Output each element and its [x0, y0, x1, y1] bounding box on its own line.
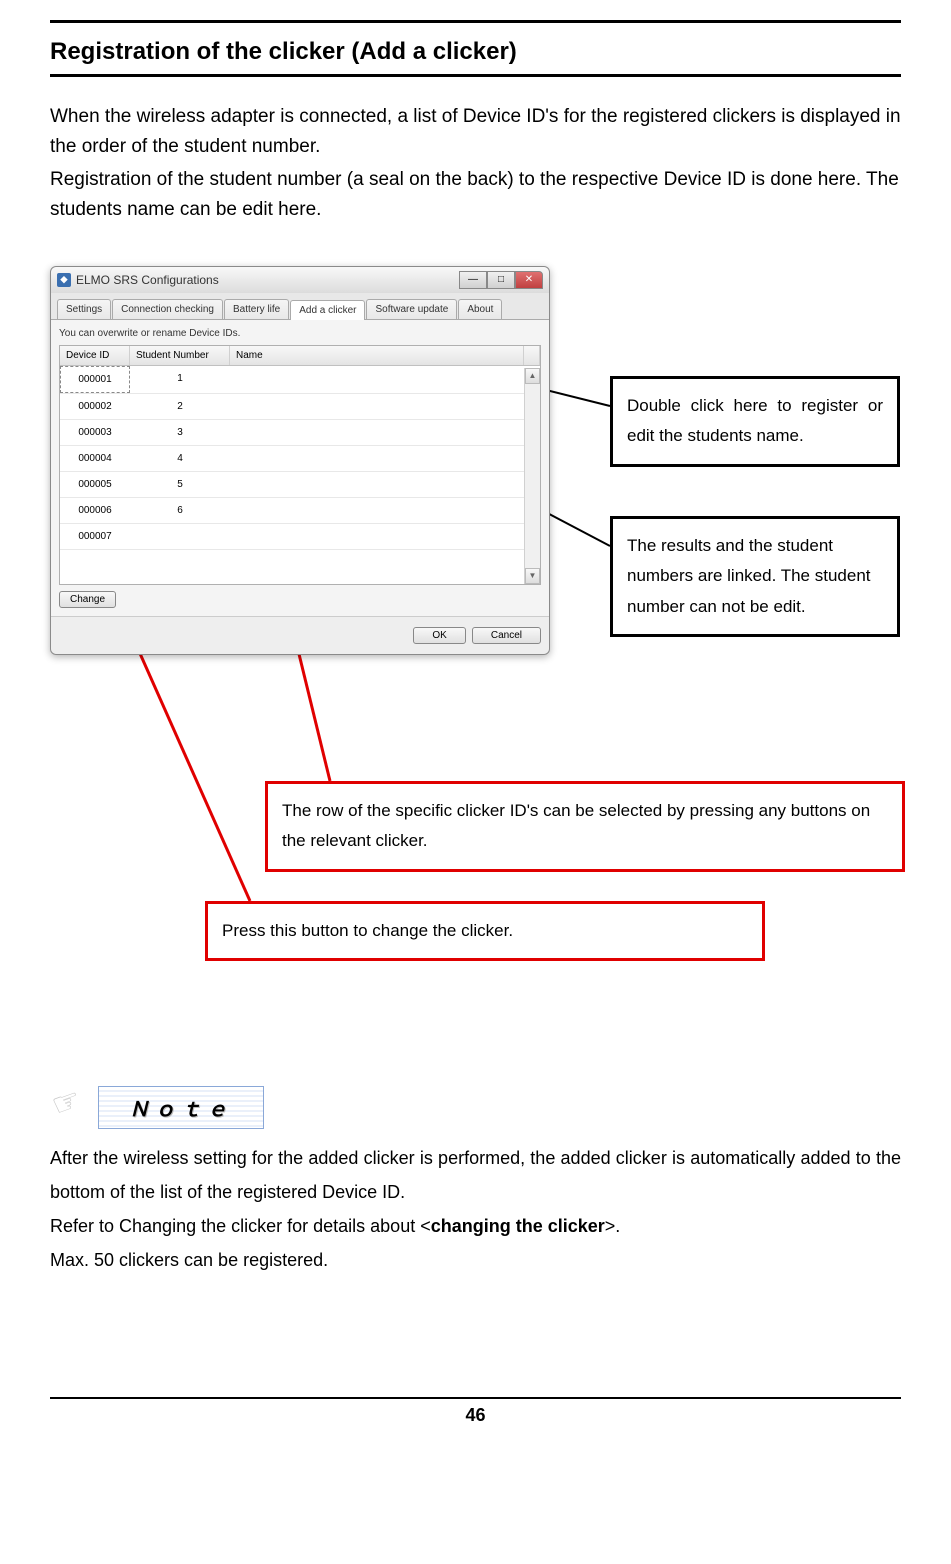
- cell-student-number: [130, 524, 230, 549]
- callout-student-number: The results and the student numbers are …: [610, 516, 900, 638]
- scroll-up-icon[interactable]: ▲: [525, 368, 540, 384]
- window-title: ELMO SRS Configurations: [76, 273, 219, 287]
- callout-name-edit: Double click here to register or edit th…: [610, 376, 900, 467]
- cell-name[interactable]: [230, 472, 540, 497]
- cell-device-id: 000005: [60, 472, 130, 497]
- table-row[interactable]: 000005 5: [60, 472, 540, 498]
- cell-device-id: 000001: [60, 366, 130, 393]
- intro-p1: When the wireless adapter is connected, …: [50, 102, 901, 163]
- close-button[interactable]: ✕: [515, 271, 543, 289]
- cell-name[interactable]: [230, 394, 540, 419]
- note-p2: Refer to Changing the clicker for detail…: [50, 1209, 901, 1243]
- table-row[interactable]: 000006 6: [60, 498, 540, 524]
- cell-device-id: 000006: [60, 498, 130, 523]
- cell-student-number: 3: [130, 420, 230, 445]
- tab-about[interactable]: About: [458, 299, 502, 319]
- note-section: Ｎｏｔｅ After the wireless setting for the …: [50, 1086, 901, 1278]
- cell-student-number: 4: [130, 446, 230, 471]
- table-row[interactable]: 000002 2: [60, 394, 540, 420]
- window-titlebar: ◆ ELMO SRS Configurations — □ ✕: [51, 267, 549, 293]
- cancel-button[interactable]: Cancel: [472, 627, 541, 644]
- table-row[interactable]: 000001 1: [60, 366, 540, 394]
- scroll-down-icon[interactable]: ▼: [525, 568, 540, 584]
- device-table: Device ID Student Number Name 000001 1 0…: [59, 345, 541, 585]
- cell-name[interactable]: [230, 446, 540, 471]
- table-body: 000001 1 000002 2 000003 3: [60, 366, 540, 550]
- note-label: Ｎｏｔｅ: [98, 1086, 264, 1129]
- intro-text: When the wireless adapter is connected, …: [50, 102, 901, 226]
- ok-button[interactable]: OK: [413, 627, 465, 644]
- cell-student-number: 2: [130, 394, 230, 419]
- app-window: ◆ ELMO SRS Configurations — □ ✕ Settings…: [50, 266, 550, 655]
- note-p2-a: Refer to Changing the clicker for detail…: [50, 1216, 431, 1236]
- top-rule: [50, 20, 901, 23]
- cell-name[interactable]: [230, 366, 540, 393]
- cell-student-number: 5: [130, 472, 230, 497]
- cell-name[interactable]: [230, 420, 540, 445]
- cell-name[interactable]: [230, 498, 540, 523]
- tab-bar: Settings Connection checking Battery lif…: [51, 293, 549, 320]
- col-student-number: Student Number: [130, 346, 230, 365]
- footer-rule: [50, 1397, 901, 1399]
- maximize-button[interactable]: □: [487, 271, 515, 289]
- diagram-area: ◆ ELMO SRS Configurations — □ ✕ Settings…: [50, 246, 901, 1066]
- hand-icon: [50, 1087, 90, 1127]
- col-device-id: Device ID: [60, 346, 130, 365]
- cell-device-id: 000007: [60, 524, 130, 549]
- tab-settings[interactable]: Settings: [57, 299, 111, 319]
- cell-name[interactable]: [230, 524, 540, 549]
- cell-student-number: 1: [130, 366, 230, 393]
- cell-device-id: 000004: [60, 446, 130, 471]
- tab-software-update[interactable]: Software update: [366, 299, 457, 319]
- cell-device-id: 000003: [60, 420, 130, 445]
- cell-student-number: 6: [130, 498, 230, 523]
- cell-device-id: 000002: [60, 394, 130, 419]
- note-p3: Max. 50 clickers can be registered.: [50, 1243, 901, 1277]
- minimize-button[interactable]: —: [459, 271, 487, 289]
- table-row[interactable]: 000007: [60, 524, 540, 550]
- app-icon: ◆: [57, 273, 71, 287]
- tab-battery[interactable]: Battery life: [224, 299, 289, 319]
- page-title: Registration of the clicker (Add a click…: [50, 38, 901, 77]
- callout-change-button: Press this button to change the clicker.: [205, 901, 765, 962]
- tab-connection[interactable]: Connection checking: [112, 299, 223, 319]
- note-p1: After the wireless setting for the added…: [50, 1141, 901, 1209]
- tab-add-clicker[interactable]: Add a clicker: [290, 300, 365, 320]
- footer: 46: [50, 1397, 901, 1426]
- table-row[interactable]: 000004 4: [60, 446, 540, 472]
- scrollbar[interactable]: ▲ ▼: [524, 368, 540, 584]
- note-p2-c: >.: [605, 1216, 621, 1236]
- page-number: 46: [50, 1405, 901, 1426]
- hint-text: You can overwrite or rename Device IDs.: [59, 328, 541, 339]
- table-row[interactable]: 000003 3: [60, 420, 540, 446]
- col-name: Name: [230, 346, 524, 365]
- intro-p2: Registration of the student number (a se…: [50, 165, 901, 226]
- col-scroll-gap: [524, 346, 540, 365]
- note-p2-bold: changing the clicker: [431, 1216, 605, 1236]
- change-button[interactable]: Change: [59, 591, 116, 608]
- callout-row-select: The row of the specific clicker ID's can…: [265, 781, 905, 872]
